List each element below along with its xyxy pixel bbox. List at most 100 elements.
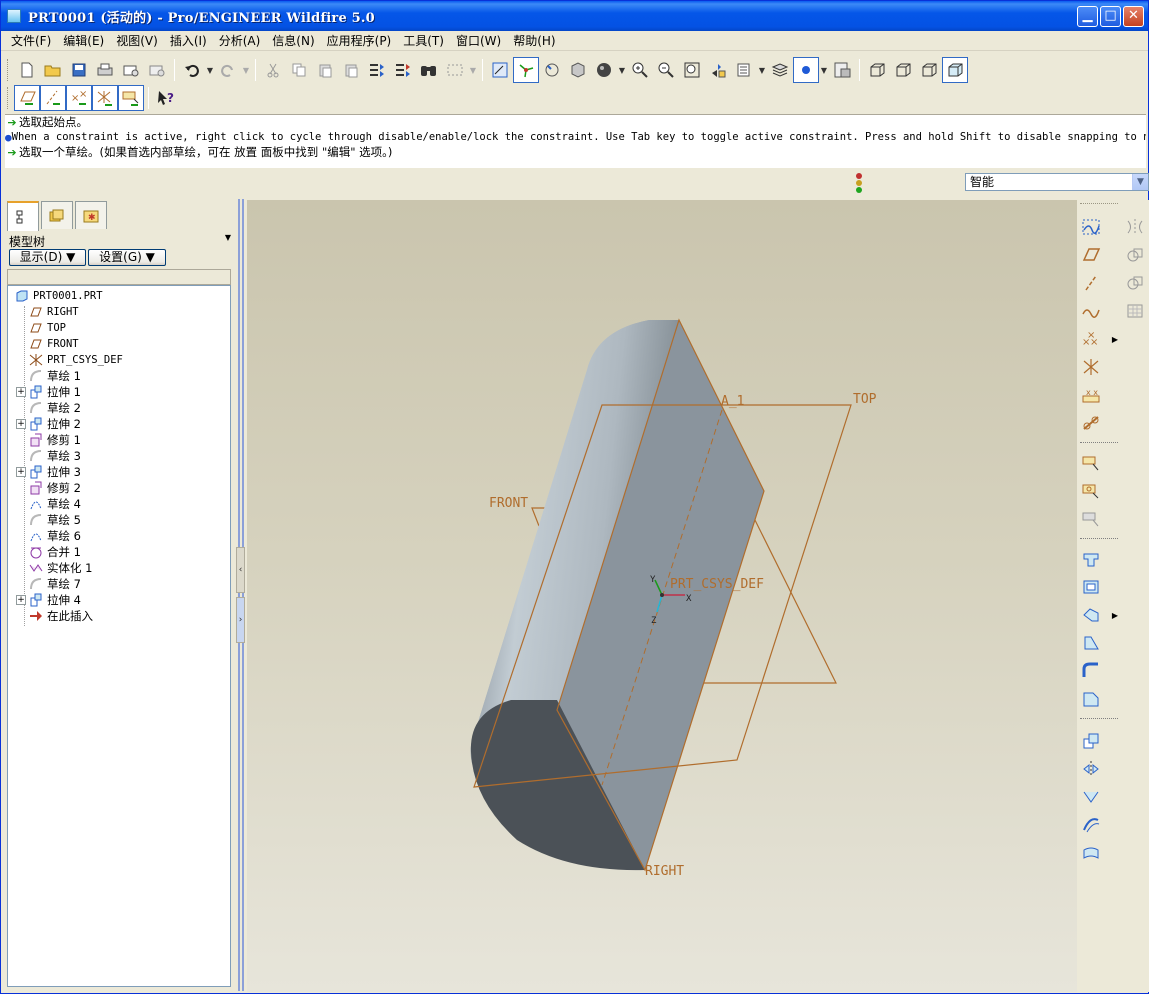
regenerate-icon[interactable] bbox=[364, 57, 390, 83]
tree-item[interactable]: 修剪 2 bbox=[16, 480, 81, 496]
settings-button[interactable]: 设置(G) ▼ bbox=[88, 249, 166, 266]
analysis-feature-icon[interactable]: x x bbox=[1078, 382, 1104, 408]
datum-feature-symbol-icon[interactable] bbox=[1078, 478, 1104, 504]
hidden-line-icon[interactable] bbox=[890, 57, 916, 83]
trim-tool-icon[interactable] bbox=[1078, 812, 1104, 838]
tree-item[interactable]: 草绘 7 bbox=[16, 576, 81, 592]
shading-icon[interactable] bbox=[942, 57, 968, 83]
model-setup-icon[interactable] bbox=[829, 57, 855, 83]
copy-icon[interactable] bbox=[286, 57, 312, 83]
project-icon[interactable] bbox=[1122, 270, 1148, 296]
datum-plane-display-icon[interactable] bbox=[14, 85, 40, 111]
email-link-icon[interactable] bbox=[144, 57, 170, 83]
tree-item[interactable]: + 拉伸 1 bbox=[16, 384, 81, 400]
open-icon[interactable] bbox=[40, 57, 66, 83]
zoom-in-icon[interactable] bbox=[627, 57, 653, 83]
select-box-icon[interactable] bbox=[442, 57, 468, 83]
tree-item[interactable]: FRONT bbox=[16, 336, 79, 352]
model-viewport[interactable]: TOP FRONT RIGHT A_1 PRT_CSYS_DEF X Y Z bbox=[247, 200, 1077, 992]
rib-tool-icon[interactable] bbox=[1078, 602, 1104, 628]
round-tool-icon[interactable] bbox=[1078, 658, 1104, 684]
chevron-down-icon[interactable]: ▼ bbox=[225, 233, 231, 242]
tree-item[interactable]: RIGHT bbox=[16, 304, 79, 320]
toolbar-grip[interactable] bbox=[1080, 203, 1118, 206]
chevron-down-icon[interactable]: ▼ bbox=[1132, 174, 1148, 190]
menu-edit[interactable]: 编辑(E) bbox=[57, 32, 110, 50]
reference-feature-icon[interactable] bbox=[1078, 410, 1104, 436]
menu-window[interactable]: 窗口(W) bbox=[450, 32, 507, 50]
maximize-button[interactable]: □ bbox=[1100, 6, 1121, 27]
menu-applications[interactable]: 应用程序(P) bbox=[321, 32, 398, 50]
annotation-tool-icon[interactable] bbox=[1078, 450, 1104, 476]
offset-icon[interactable] bbox=[1122, 298, 1148, 324]
display-style-icon[interactable] bbox=[591, 57, 617, 83]
datum-point-dropdown-icon[interactable]: ▶ bbox=[1102, 326, 1128, 352]
intersect-icon[interactable] bbox=[1122, 242, 1148, 268]
tree-item[interactable]: 草绘 2 bbox=[16, 400, 81, 416]
expand-toggle-icon[interactable]: + bbox=[16, 387, 26, 397]
email-icon[interactable] bbox=[118, 57, 144, 83]
new-icon[interactable] bbox=[14, 57, 40, 83]
refit-icon[interactable] bbox=[679, 57, 705, 83]
tree-item[interactable]: PRT_CSYS_DEF bbox=[16, 352, 123, 368]
menu-analysis[interactable]: 分析(A) bbox=[213, 32, 267, 50]
annotation-display-icon[interactable] bbox=[118, 85, 144, 111]
tree-item[interactable]: 草绘 1 bbox=[16, 368, 81, 384]
graphics-window[interactable]: TOP FRONT RIGHT A_1 PRT_CSYS_DEF X Y Z bbox=[247, 200, 1077, 992]
csys-tool-icon[interactable] bbox=[1078, 354, 1104, 380]
undo-icon[interactable] bbox=[179, 57, 205, 83]
context-help-icon[interactable]: ? bbox=[153, 85, 179, 111]
tree-item[interactable]: + 拉伸 2 bbox=[16, 416, 81, 432]
tree-item[interactable]: 修剪 1 bbox=[16, 432, 81, 448]
expand-panel-button[interactable]: › bbox=[236, 597, 245, 643]
menu-view[interactable]: 视图(V) bbox=[110, 32, 164, 50]
csys-display-icon[interactable] bbox=[92, 85, 118, 111]
tree-item[interactable]: 合并 1 bbox=[16, 544, 81, 560]
expand-toggle-icon[interactable]: + bbox=[16, 467, 26, 477]
tree-item[interactable]: 草绘 3 bbox=[16, 448, 81, 464]
view-manager-icon[interactable] bbox=[565, 57, 591, 83]
expand-toggle-icon[interactable]: + bbox=[16, 419, 26, 429]
chamfer-tool-icon[interactable] bbox=[1078, 686, 1104, 712]
cut-icon[interactable] bbox=[260, 57, 286, 83]
boundary-blend-icon[interactable] bbox=[1078, 840, 1104, 866]
mirror-tool-icon[interactable] bbox=[1078, 756, 1104, 782]
appearance-icon[interactable] bbox=[793, 57, 819, 83]
datum-axis-tool-icon[interactable] bbox=[1078, 270, 1104, 296]
tree-column-header[interactable] bbox=[7, 269, 231, 285]
find-icon[interactable] bbox=[416, 57, 442, 83]
tree-item[interactable]: 草绘 6 bbox=[16, 528, 81, 544]
merge-tool-icon[interactable] bbox=[1078, 784, 1104, 810]
tree-item[interactable]: 草绘 5 bbox=[16, 512, 81, 528]
tree-item[interactable]: + 拉伸 4 bbox=[16, 592, 81, 608]
toolbar-grip[interactable] bbox=[7, 87, 10, 109]
regen-manager-icon[interactable] bbox=[390, 57, 416, 83]
datum-point-tool-icon[interactable]: × × × bbox=[1078, 326, 1104, 352]
collapse-navigator-button[interactable]: ‹ bbox=[236, 547, 245, 593]
tree-item[interactable]: TOP bbox=[16, 320, 66, 336]
mirror-tool-right-icon[interactable] bbox=[1122, 214, 1148, 240]
menu-file[interactable]: 文件(F) bbox=[5, 32, 57, 50]
datum-point-display-icon[interactable]: × × bbox=[66, 85, 92, 111]
note-tool-icon[interactable] bbox=[1078, 506, 1104, 532]
spin-center-icon[interactable] bbox=[513, 57, 539, 83]
navigator-splitter[interactable]: ‹ › bbox=[236, 199, 246, 991]
reorient-icon[interactable] bbox=[705, 57, 731, 83]
saved-views-dropdown[interactable]: ▼ bbox=[757, 66, 767, 75]
show-button[interactable]: 显示(D) ▼ bbox=[9, 249, 86, 266]
layers-icon[interactable] bbox=[767, 57, 793, 83]
tree-item[interactable]: + 拉伸 3 bbox=[16, 464, 81, 480]
save-icon[interactable] bbox=[66, 57, 92, 83]
print-icon[interactable] bbox=[92, 57, 118, 83]
saved-views-icon[interactable] bbox=[731, 57, 757, 83]
curve-tool-icon[interactable] bbox=[1078, 298, 1104, 324]
minimize-button[interactable]: ▁ bbox=[1077, 6, 1098, 27]
datum-axis-display-icon[interactable] bbox=[40, 85, 66, 111]
sketched-curve-icon[interactable] bbox=[1078, 214, 1104, 240]
menu-info[interactable]: 信息(N) bbox=[266, 32, 320, 50]
no-hidden-icon[interactable] bbox=[916, 57, 942, 83]
copy-tool-icon[interactable] bbox=[1078, 728, 1104, 754]
undo-dropdown[interactable]: ▼ bbox=[205, 66, 215, 75]
tab-favorites[interactable]: ✱ bbox=[75, 201, 107, 229]
paste-special-icon[interactable] bbox=[338, 57, 364, 83]
